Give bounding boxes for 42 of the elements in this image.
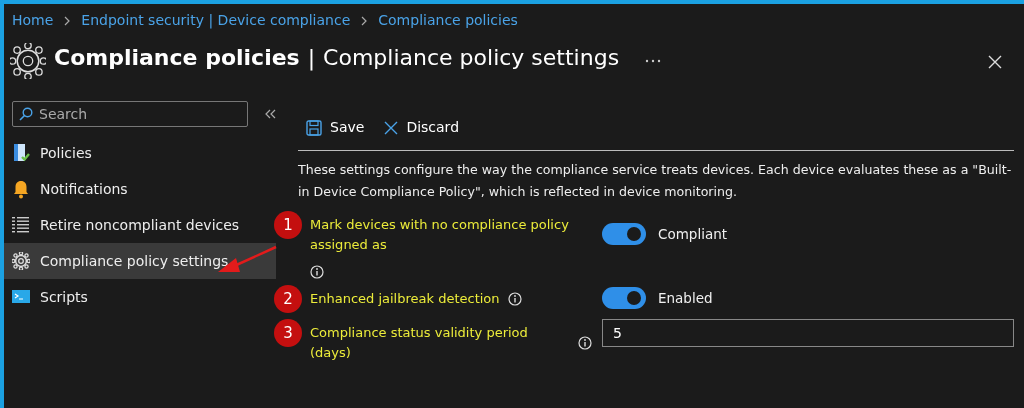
sidebar-item[interactable]: Policies <box>4 135 276 171</box>
close-icon <box>384 120 399 135</box>
info-icon <box>507 292 522 306</box>
toggle-switch[interactable] <box>602 287 646 309</box>
sidebar-item[interactable]: Scripts <box>4 279 276 315</box>
toggle-switch[interactable] <box>602 223 646 245</box>
breadcrumb-link[interactable]: Compliance policies <box>378 10 518 31</box>
more-icon[interactable] <box>645 59 662 63</box>
setting-label: Enhanced jailbreak detection <box>310 290 500 308</box>
number-input[interactable]: 5 <box>602 319 1014 347</box>
toggle-state-label: Compliant <box>658 224 728 244</box>
close-icon[interactable] <box>988 55 1002 69</box>
toggle-state-label: Enabled <box>658 288 713 308</box>
search-field[interactable]: Search <box>12 101 248 127</box>
page-subtitle: Compliance policy settings <box>323 44 620 72</box>
setting-label: Mark devices with no compliance policy assigned as <box>310 216 570 254</box>
bell-icon <box>12 179 30 199</box>
chevron-icon <box>360 15 369 26</box>
save-icon <box>306 119 322 136</box>
info-icon <box>310 265 324 279</box>
breadcrumb-link[interactable]: Home <box>12 10 54 31</box>
page-title: Compliance policies <box>54 44 300 72</box>
collapse-icon[interactable] <box>264 109 276 119</box>
chevron-icon <box>63 15 72 26</box>
step-number-badge: 1 <box>274 211 302 239</box>
sidebar-item[interactable]: Retire noncompliant devices <box>4 207 276 243</box>
breadcrumb-link[interactable]: Endpoint security | Device compliance <box>81 10 351 31</box>
step-number-badge: 3 <box>274 319 302 347</box>
settings-icon <box>10 43 46 79</box>
sidebar-item[interactable]: Notifications <box>4 171 276 207</box>
device-icon <box>12 143 30 163</box>
info-icon <box>578 336 592 350</box>
search-icon <box>19 107 33 121</box>
title-separator: | <box>307 44 316 73</box>
list-icon <box>12 215 30 235</box>
description-text: These settings configure the way the compliance service treats devices. Each device evaluates these as a "Built-in Device Compliance Policy", which is reflected in device monitoring. <box>298 161 1013 201</box>
step-number-badge: 2 <box>274 285 302 313</box>
gear-icon <box>12 252 30 270</box>
save-button[interactable]: Save <box>298 113 373 142</box>
setting-label: Compliance status validity period (days) <box>310 324 529 362</box>
discard-button[interactable]: Discard <box>376 113 467 142</box>
sidebar-item[interactable]: Compliance policy settings <box>4 243 276 279</box>
